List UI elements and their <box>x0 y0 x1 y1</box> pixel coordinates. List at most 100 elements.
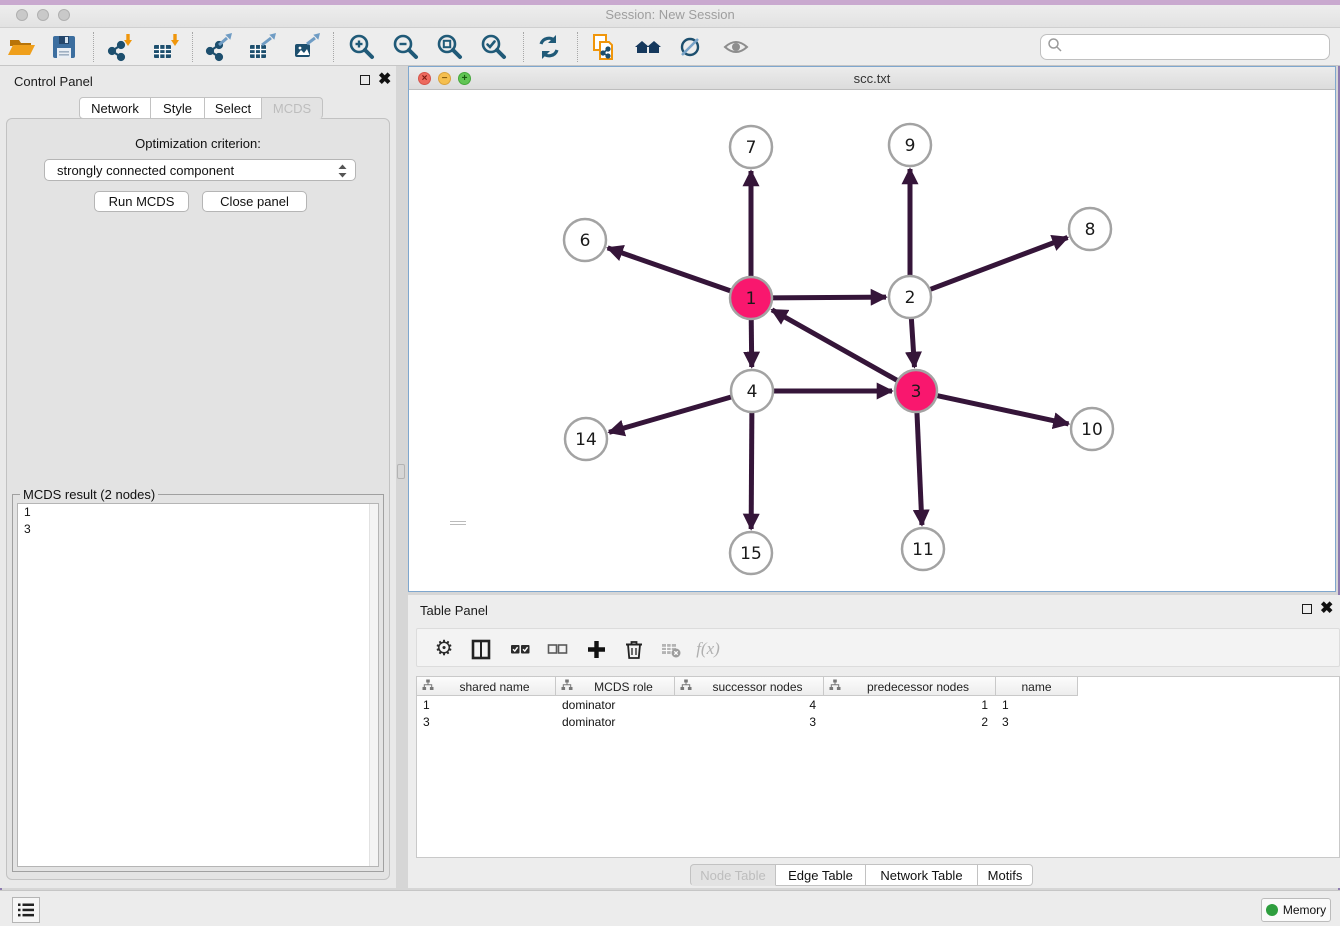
graph-edge-3-10[interactable] <box>935 395 1069 424</box>
graph-node-label: 10 <box>1081 420 1103 440</box>
zoom-in-icon[interactable] <box>347 32 377 62</box>
run-mcds-button[interactable]: Run MCDS <box>94 191 189 212</box>
graph-node-label: 2 <box>905 288 916 308</box>
network-graph[interactable]: 1234678910111415 <box>409 90 1335 591</box>
export-network-icon[interactable] <box>203 32 233 62</box>
hierarchy-icon <box>422 679 434 694</box>
zoom-out-icon[interactable] <box>391 32 421 62</box>
add-column-icon[interactable] <box>583 636 609 662</box>
column-header-mcds-role[interactable]: MCDS role <box>556 677 675 696</box>
save-session-icon[interactable] <box>49 32 79 62</box>
table-toolbar: ⚙ f(x) <box>416 628 1340 667</box>
tab-style[interactable]: Style <box>151 97 205 119</box>
delete-columns-icon[interactable] <box>621 636 647 662</box>
optimization-criterion-select[interactable]: strongly connected component <box>44 159 356 181</box>
table-row[interactable]: 3 dominator 3 2 3 <box>417 714 1340 731</box>
hierarchy-icon <box>680 679 692 694</box>
export-image-icon[interactable] <box>291 32 321 62</box>
hierarchy-icon <box>561 679 573 694</box>
toolbar-separator <box>523 32 524 62</box>
tab-mcds[interactable]: MCDS <box>262 97 323 119</box>
clone-network-icon[interactable] <box>589 32 619 62</box>
graph-edge-1-2[interactable] <box>770 297 886 298</box>
tab-motifs[interactable]: Motifs <box>978 864 1033 886</box>
hierarchy-icon <box>829 679 841 694</box>
window-titlebar[interactable]: Session: New Session <box>0 0 1340 28</box>
window-title: Session: New Session <box>0 7 1340 22</box>
table-options-icon[interactable]: ⚙ <box>431 636 457 662</box>
graph-node-label: 14 <box>575 430 597 450</box>
column-header-name[interactable]: name <box>996 677 1078 696</box>
graph-node-label: 9 <box>905 136 916 156</box>
zoom-selected-icon[interactable] <box>479 32 509 62</box>
table-panel-float-button[interactable] <box>1302 604 1312 614</box>
clear-all-checks-icon[interactable] <box>544 636 570 662</box>
graph-edge-1-6[interactable] <box>608 248 733 292</box>
graph-node-label: 8 <box>1085 220 1096 240</box>
toolbar-separator <box>333 32 334 62</box>
table-row[interactable]: 1 dominator 4 1 1 <box>417 697 1340 714</box>
table-tabs: Node Table Edge Table Network Table Moti… <box>690 864 1033 887</box>
zoom-fit-icon[interactable] <box>435 32 465 62</box>
select-stepper-icon <box>337 163 348 182</box>
graph-node-label: 6 <box>580 231 591 251</box>
mcds-result-item: 3 <box>18 521 378 538</box>
function-builder-icon[interactable]: f(x) <box>695 636 721 662</box>
mcds-result-title: MCDS result (2 nodes) <box>20 487 158 502</box>
mcds-result-item: 1 <box>18 504 378 521</box>
memory-status-icon <box>1266 904 1278 916</box>
column-header-successor-nodes[interactable]: successor nodes <box>675 677 824 696</box>
graph-edge-1-4[interactable] <box>751 317 752 367</box>
delete-table-icon[interactable] <box>658 636 684 662</box>
search-input[interactable] <box>1063 37 1329 57</box>
network-view-window: × − + scc.txt 1234678910111415 <box>408 66 1336 592</box>
toolbar-separator <box>192 32 193 62</box>
import-table-icon[interactable] <box>151 32 181 62</box>
control-panel-close-button[interactable]: ✖ <box>378 75 391 85</box>
close-panel-button[interactable]: Close panel <box>202 191 307 212</box>
network-resize-handle[interactable] <box>450 521 466 525</box>
window-accent-stripe <box>0 0 1340 5</box>
graph-node-label: 11 <box>912 540 934 560</box>
graph-node-label: 1 <box>746 289 757 309</box>
tab-select[interactable]: Select <box>205 97 262 119</box>
show-details-icon[interactable] <box>722 32 752 62</box>
toolbar-separator <box>93 32 94 62</box>
search-field[interactable] <box>1040 34 1330 60</box>
memory-label: Memory <box>1283 903 1326 917</box>
tab-node-table[interactable]: Node Table <box>690 864 776 886</box>
tab-edge-table[interactable]: Edge Table <box>776 864 866 886</box>
refresh-view-icon[interactable] <box>534 32 564 62</box>
show-columns-icon[interactable] <box>468 636 494 662</box>
tab-network[interactable]: Network <box>79 97 151 119</box>
home-layout-icon[interactable] <box>633 32 663 62</box>
graph-edge-3-1[interactable] <box>772 310 900 382</box>
graph-edge-2-8[interactable] <box>928 237 1068 290</box>
optimization-criterion-label: Optimization criterion: <box>0 136 396 151</box>
panel-splitter-handle[interactable] <box>397 464 405 479</box>
task-history-button[interactable] <box>12 897 40 923</box>
result-scrollbar[interactable] <box>369 504 378 866</box>
graph-edge-4-15[interactable] <box>751 410 752 529</box>
graph-edge-4-14[interactable] <box>609 396 734 432</box>
table-panel-close-button[interactable]: ✖ <box>1320 604 1333 614</box>
network-window-titlebar[interactable]: × − + scc.txt <box>409 67 1335 90</box>
graph-node-label: 3 <box>911 382 922 402</box>
select-all-checks-icon[interactable] <box>507 636 533 662</box>
control-panel: Control Panel ✖ Network Style Select MCD… <box>0 66 396 888</box>
control-panel-title: Control Panel <box>14 74 93 89</box>
control-panel-float-button[interactable] <box>360 75 370 85</box>
export-table-icon[interactable] <box>247 32 277 62</box>
tab-network-table[interactable]: Network Table <box>866 864 978 886</box>
graph-node-label: 4 <box>747 382 758 402</box>
network-canvas[interactable]: 1234678910111415 <box>409 90 1335 591</box>
graph-edge-2-3[interactable] <box>911 316 914 367</box>
graph-edge-3-11[interactable] <box>917 410 922 525</box>
memory-button[interactable]: Memory <box>1261 898 1331 922</box>
column-header-shared-name[interactable]: shared name <box>417 677 556 696</box>
column-header-predecessor-nodes[interactable]: predecessor nodes <box>824 677 996 696</box>
import-network-icon[interactable] <box>105 32 135 62</box>
open-session-icon[interactable] <box>7 32 37 62</box>
mcds-result-list[interactable]: 1 3 <box>17 503 379 867</box>
hide-details-icon[interactable] <box>677 32 707 62</box>
